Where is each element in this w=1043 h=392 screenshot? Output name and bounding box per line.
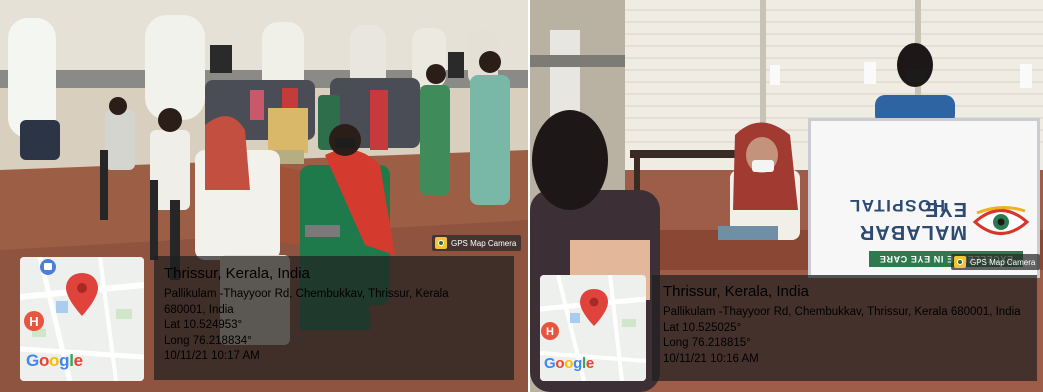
gps-badge-label: GPS Map Camera: [451, 238, 517, 248]
google-logo: Google: [544, 355, 594, 372]
location-text: Thrissur, Kerala, India Pallikulam -Thay…: [663, 282, 1021, 367]
google-logo: Google: [26, 351, 83, 370]
gps-camera-icon: [435, 237, 447, 249]
gps-map-camera-badge: GPS Map Camera: [951, 254, 1041, 270]
address-line-1: Pallikulam -Thayyoor Rd, Chembukkav, Thr…: [164, 288, 449, 301]
longitude: Long 76.218815°: [663, 337, 751, 350]
map-pin-icon: [66, 273, 98, 316]
latitude: Lat 10.525025°: [663, 321, 742, 334]
photo-eye-checkup: EXCELLENCE IN EYE CARE MALABAR EYE HOSPI…: [530, 0, 1043, 392]
datetime: 10/11/21 10:17 AM: [164, 350, 260, 363]
datetime: 10/11/21 10:16 AM: [663, 352, 759, 365]
bus-stop-icon: [40, 259, 56, 275]
svg-text:H: H: [546, 326, 554, 338]
eye-logo-icon: [973, 206, 1029, 235]
signboard-subtitle: HOSPITAL: [848, 196, 945, 215]
latitude: Lat 10.524953°: [164, 319, 243, 332]
svg-text:H: H: [29, 314, 38, 329]
city-title: Thrissur, Kerala, India: [663, 283, 809, 300]
gps-camera-icon: [954, 256, 966, 268]
gps-map-camera-badge: GPS Map Camera: [432, 235, 522, 251]
map-thumbnail: H Google: [20, 257, 144, 381]
gps-badge-label: GPS Map Camera: [970, 257, 1036, 267]
longitude: Long 76.218834°: [164, 334, 252, 347]
address-line-2: 680001, India: [164, 303, 234, 316]
address-line-1: Pallikulam -Thayyoor Rd, Chembukkav, Thr…: [663, 306, 1021, 319]
location-text: Thrissur, Kerala, India Pallikulam -Thay…: [164, 264, 449, 365]
city-title: Thrissur, Kerala, India: [164, 265, 310, 282]
map-pin-icon: [580, 289, 608, 326]
photo-camp-hall: GPS Map Camera H Google Thrissur, Kerala…: [0, 0, 528, 392]
hospital-marker-icon: H: [541, 322, 559, 340]
map-thumbnail: H Google: [540, 275, 646, 381]
hospital-marker-icon: H: [24, 311, 44, 331]
signboard-text: EXCELLENCE IN EYE CARE MALABAR EYE HOSPI…: [811, 121, 1037, 275]
